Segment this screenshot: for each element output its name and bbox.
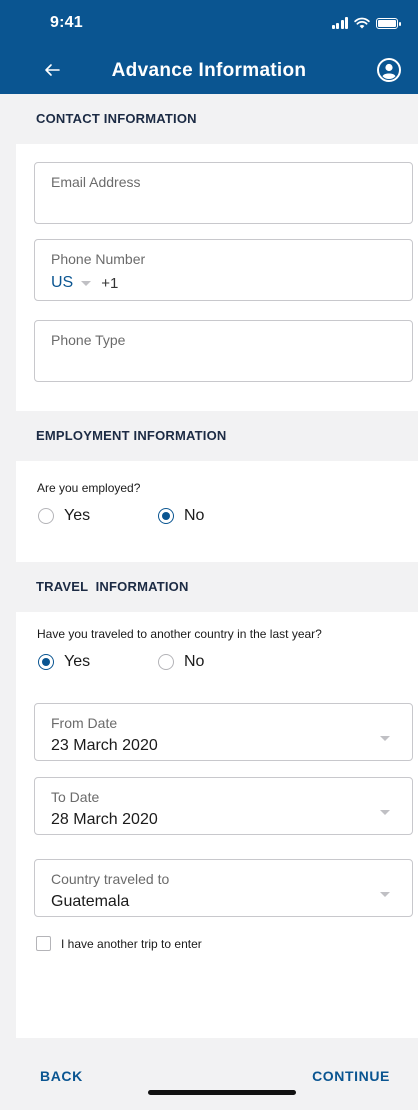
country-traveled-field[interactable]: Country traveled to Guatemala (34, 859, 413, 917)
battery-icon (376, 18, 401, 29)
continue-button[interactable]: CONTINUE (312, 1068, 390, 1084)
employed-yes-option[interactable]: Yes (38, 507, 158, 525)
traveled-yes-radio[interactable] (38, 654, 54, 670)
phone-number-label: Phone Number (51, 251, 146, 267)
traveled-no-radio[interactable] (158, 654, 174, 670)
footer-bar: BACK CONTINUE (16, 1038, 418, 1110)
country-traveled-value: Guatemala (51, 893, 130, 910)
employed-no-label: No (184, 507, 205, 524)
employed-radio-group: Yes No (38, 507, 204, 525)
app-bar: Advance Information (0, 48, 418, 94)
email-field[interactable]: Email Address (34, 162, 413, 224)
phone-type-field[interactable]: Phone Type (34, 320, 413, 382)
traveled-radio-group: Yes No (38, 653, 204, 671)
employed-question: Are you employed? (37, 481, 141, 495)
status-time: 9:41 (50, 14, 83, 31)
traveled-yes-label: Yes (64, 653, 91, 670)
traveled-yes-option[interactable]: Yes (38, 653, 158, 671)
contact-section-header: CONTACT INFORMATION (16, 94, 418, 144)
employed-no-radio[interactable] (158, 508, 174, 524)
home-indicator (148, 1090, 296, 1095)
chevron-down-icon (81, 280, 92, 286)
employed-no-option[interactable]: No (158, 507, 204, 525)
employment-section-title: EMPLOYMENT INFORMATION (36, 428, 227, 443)
phone-screen: 9:41 Advance Information CONTACT INFORMA… (0, 0, 418, 1110)
travel-section-title: TRAVEL INFORMATION (36, 579, 189, 594)
to-date-label: To Date (51, 789, 100, 805)
from-date-label: From Date (51, 715, 118, 731)
to-date-field[interactable]: To Date 28 March 2020 (34, 777, 413, 835)
another-trip-row[interactable]: I have another trip to enter (36, 936, 202, 951)
page-title: Advance Information (111, 60, 307, 81)
employed-yes-label: Yes (64, 507, 91, 524)
employed-yes-radio[interactable] (38, 508, 54, 524)
status-bar: 9:41 (0, 0, 418, 48)
chevron-down-icon (380, 892, 390, 897)
phone-type-label: Phone Type (51, 332, 126, 348)
status-icons (331, 15, 401, 29)
signal-icon (331, 17, 348, 29)
from-date-value: 23 March 2020 (51, 737, 158, 754)
travel-section-header: TRAVEL INFORMATION (16, 562, 418, 612)
traveled-no-label: No (184, 653, 205, 670)
contact-section-title: CONTACT INFORMATION (36, 111, 197, 126)
dial-code: +1 (101, 274, 119, 292)
chevron-down-icon (380, 736, 390, 741)
from-date-field[interactable]: From Date 23 March 2020 (34, 703, 413, 761)
chevron-down-icon (380, 810, 390, 815)
country-traveled-label: Country traveled to (51, 871, 170, 887)
another-trip-label: I have another trip to enter (61, 936, 202, 951)
traveled-question: Have you traveled to another country in … (37, 627, 322, 641)
another-trip-checkbox[interactable] (36, 936, 51, 951)
email-field-label: Email Address (51, 174, 141, 190)
country-code: US (51, 274, 74, 291)
phone-number-field[interactable]: Phone Number US +1 (34, 239, 413, 301)
to-date-value: 28 March 2020 (51, 811, 158, 828)
country-code-selector[interactable]: US +1 (51, 274, 118, 292)
traveled-no-option[interactable]: No (158, 653, 204, 671)
back-button[interactable]: BACK (40, 1068, 83, 1084)
wifi-icon (354, 17, 370, 29)
employment-section-header: EMPLOYMENT INFORMATION (16, 411, 418, 461)
account-icon[interactable] (376, 57, 402, 83)
form-content: CONTACT INFORMATION Email Address Phone … (16, 94, 418, 1110)
